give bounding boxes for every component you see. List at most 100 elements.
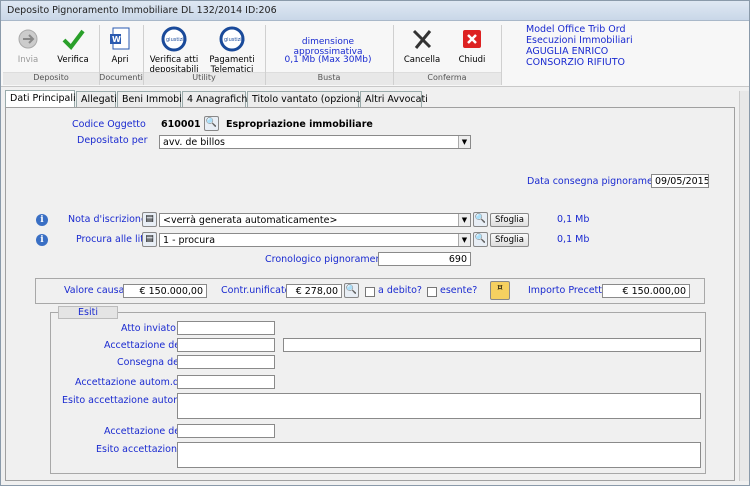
verifica-atti-button[interactable]: giustizia Verifica atti depositabili — [149, 26, 199, 75]
contributo-unificato-label: Contr.unificato — [221, 285, 291, 296]
codice-oggetto-label: Codice Oggetto — [72, 119, 146, 130]
ribbon-toolbar: Invia Verifica W Apri giustizia Verifica… — [1, 21, 749, 87]
importo-precetto-field[interactable]: € 150.000,00 — [602, 284, 690, 298]
esiti-title: Esiti — [58, 306, 118, 319]
case-info: Model Office Trib Ord Esecuzioni Immobil… — [526, 24, 633, 68]
esito-autom-label: Esito accettazione autom. — [62, 395, 186, 406]
send-icon — [15, 26, 41, 52]
invia-button[interactable]: Invia — [11, 26, 45, 65]
cancella-button[interactable]: Cancella — [403, 26, 441, 65]
atto-inviato-field[interactable] — [177, 321, 275, 335]
chevron-down-icon: ▼ — [458, 234, 470, 246]
group-utility: Utility — [143, 72, 265, 85]
chevron-down-icon: ▼ — [458, 214, 470, 226]
procura-select[interactable]: 1 - procura ▼ — [159, 233, 471, 247]
esito-accettazione-label: Esito accettazione — [96, 444, 183, 455]
nota-iscrizione-label: Nota d'iscrizione — [68, 214, 147, 225]
magnifier-icon: 🔍 — [205, 118, 218, 128]
search-contributo-button[interactable]: 🔍 — [344, 283, 359, 298]
separator — [265, 25, 266, 85]
separator — [501, 25, 502, 85]
contributo-unificato-field[interactable]: € 278,00 — [286, 284, 342, 298]
valore-causa-field[interactable]: € 150.000,00 — [123, 284, 207, 298]
valore-causa-label: Valore causa — [64, 285, 125, 296]
esito-autom-field[interactable] — [177, 393, 701, 419]
info-icon[interactable]: i — [36, 234, 48, 246]
nota-iscrizione-select[interactable]: <verrà generata automaticamente> ▼ — [159, 213, 471, 227]
data-consegna-label: Data consegna pignoramento — [527, 176, 669, 187]
group-deposito: Deposito — [3, 72, 99, 85]
esente-label: esente? — [440, 285, 478, 296]
info-line: CONSORZIO RIFIUTO — [526, 57, 626, 68]
separator — [393, 25, 394, 85]
accettazione2-field[interactable] — [177, 424, 275, 438]
checkmark-icon — [60, 26, 86, 52]
info-line: Esecuzioni Immobiliari — [526, 35, 633, 46]
chiudi-button[interactable]: Chiudi — [453, 26, 491, 65]
atto-inviato-label: Atto inviato il — [121, 323, 185, 334]
consegna-field[interactable] — [177, 355, 275, 369]
accettazione2-label: Accettazione del — [104, 426, 183, 437]
coins-icon[interactable]: ¤ — [490, 281, 510, 300]
giustizia-payment-icon: giustizia — [219, 26, 245, 52]
data-consegna-field[interactable]: 09/05/2015 — [651, 174, 709, 188]
accettazione-autom-label: Accettazione autom.del — [75, 377, 188, 388]
separator — [143, 25, 144, 85]
dati-principali-panel: Codice Oggetto 610001 🔍 Espropriazione i… — [5, 107, 735, 481]
pagamenti-button[interactable]: giustizia Pagamenti Telematici — [207, 26, 257, 75]
verifica-button[interactable]: Verifica — [53, 26, 93, 65]
accettazione-field[interactable] — [177, 338, 275, 352]
cronologico-field[interactable]: 690 — [378, 252, 471, 266]
procura-label: Procura alle liti — [76, 234, 147, 245]
apri-button[interactable]: W Apri — [103, 26, 137, 65]
word-document-icon: W — [107, 26, 133, 52]
procura-size: 0,1 Mb — [557, 234, 590, 245]
cancel-x-icon — [409, 26, 435, 52]
tab-titolo-vantato[interactable]: Titolo vantato (opzionale) — [247, 91, 374, 107]
a-debito-label: a debito? — [378, 285, 422, 296]
accettazione-autom-field[interactable] — [177, 375, 275, 389]
scanner-icon[interactable]: ▤ — [142, 212, 157, 227]
esito-accettazione-field[interactable] — [177, 442, 701, 468]
nota-size: 0,1 Mb — [557, 214, 590, 225]
scanner-icon[interactable]: ▤ — [142, 232, 157, 247]
svg-text:giustizia: giustizia — [224, 37, 245, 43]
main-window: Deposito Pignoramento Immobiliare DL 132… — [0, 0, 750, 486]
giustizia-icon: giustizia — [161, 26, 187, 52]
busta-size: 0,1 Mb (Max 30Mb) — [284, 55, 372, 65]
info-line: Model Office Trib Ord — [526, 24, 626, 35]
depositato-per-label: Depositato per — [77, 135, 148, 146]
importo-precetto-label: Importo Precetto — [528, 285, 608, 296]
svg-text:giustizia: giustizia — [166, 37, 187, 43]
group-conferma: Conferma — [393, 72, 501, 85]
codice-oggetto-value: 610001 — [161, 119, 201, 130]
sfoglia-nota-button[interactable]: Sfoglia — [490, 213, 529, 227]
tab-anagrafiche[interactable]: 4 Anagrafiche — [182, 91, 253, 107]
accettazione-label: Accettazione del — [104, 340, 183, 351]
tab-dati-principali[interactable]: Dati Principali — [5, 90, 76, 107]
codice-oggetto-desc: Espropriazione immobiliare — [226, 119, 373, 130]
group-busta: Busta — [265, 72, 393, 85]
group-documenti: Documenti — [99, 72, 143, 85]
info-line: AGUGLIA ENRICO — [526, 46, 609, 57]
sfoglia-procura-button[interactable]: Sfoglia — [490, 233, 529, 247]
search-codice-button[interactable]: 🔍 — [204, 116, 219, 131]
svg-text:W: W — [112, 35, 121, 44]
tab-allegati[interactable]: Allegati — [76, 91, 117, 107]
window-title: Deposito Pignoramento Immobiliare DL 132… — [7, 5, 277, 16]
consegna-label: Consegna del — [117, 357, 182, 368]
info-icon[interactable]: i — [36, 214, 48, 226]
a-debito-checkbox[interactable] — [365, 287, 375, 297]
preview-icon[interactable]: 🔍 — [473, 232, 488, 247]
esente-checkbox[interactable] — [427, 287, 437, 297]
tab-altri-avvocati[interactable]: Altri Avvocati — [360, 91, 428, 107]
tab-beni-immobili[interactable]: Beni Immobili — [117, 91, 187, 107]
depositato-per-select[interactable]: avv. de billos ▼ — [159, 135, 471, 149]
preview-icon[interactable]: 🔍 — [473, 212, 488, 227]
vertical-scrollbar[interactable] — [739, 91, 749, 481]
accettazione-desc-field[interactable] — [283, 338, 701, 352]
title-bar: Deposito Pignoramento Immobiliare DL 132… — [1, 1, 749, 21]
separator — [99, 25, 100, 85]
magnifier-icon: 🔍 — [345, 285, 358, 295]
chevron-down-icon: ▼ — [458, 136, 470, 148]
